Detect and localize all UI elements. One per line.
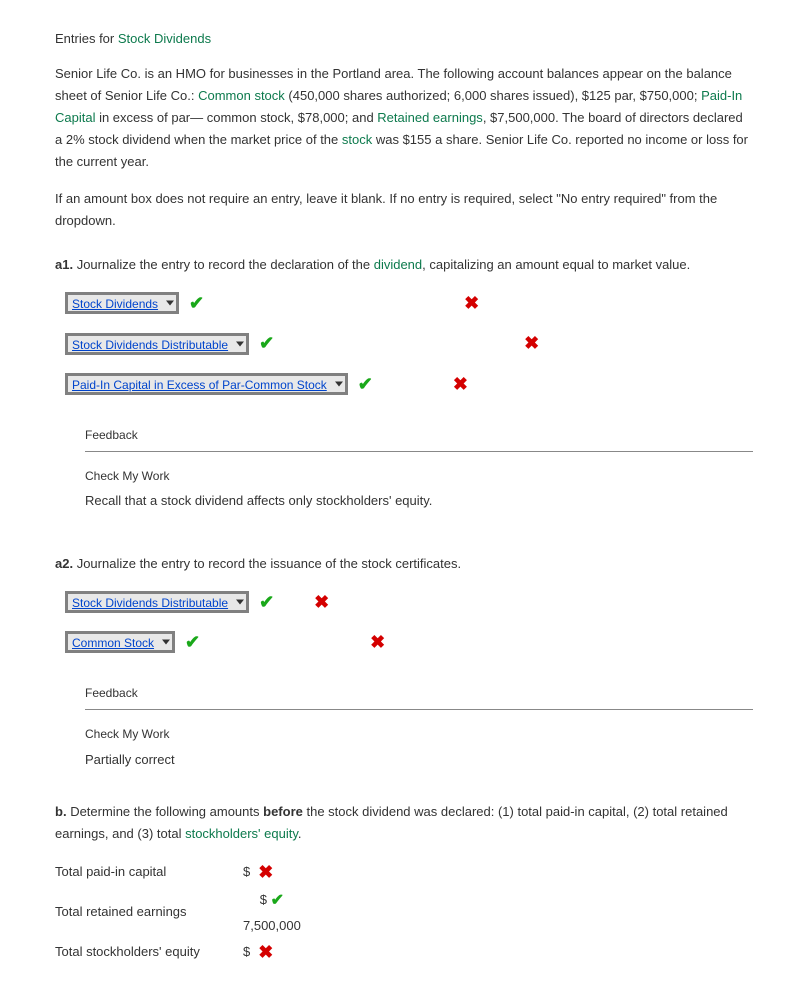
page-title: Entries for Stock Dividends <box>55 28 753 50</box>
a1-row-2: Stock Dividends Distributable ✔ ✖ <box>65 328 753 359</box>
question-b: b. Determine the following amounts befor… <box>55 801 753 845</box>
a1-row-3: Paid-In Capital in Excess of Par-Common … <box>65 369 753 400</box>
currency-symbol: $ <box>260 889 267 911</box>
a2-dropdown-1[interactable]: Stock Dividends Distributable <box>65 591 249 613</box>
a1-dropdown-1[interactable]: Stock Dividends <box>65 292 179 314</box>
question-a1: a1. Journalize the entry to record the d… <box>55 254 753 276</box>
feedback-text: Partially correct <box>85 749 753 771</box>
chevron-down-icon <box>236 341 244 346</box>
a1-entries: Stock Dividends ✔ ✖ Stock Dividends Dist… <box>65 288 753 400</box>
cross-icon: ✖ <box>314 587 329 618</box>
check-my-work-label: Check My Work <box>85 466 753 486</box>
intro-paragraph-1: Senior Life Co. is an HMO for businesses… <box>55 63 753 173</box>
feedback-title: Feedback <box>85 425 753 445</box>
amount-row-retained: Total retained earnings $ ✔ 7,500,000 <box>55 887 753 936</box>
b-label: b. <box>55 804 67 819</box>
divider <box>85 451 753 452</box>
cross-icon: ✖ <box>453 369 468 400</box>
before-bold: before <box>263 804 303 819</box>
amount-value: 7,500,000 <box>243 918 301 933</box>
a2-label: a2. <box>55 556 73 571</box>
a1-label: a1. <box>55 257 73 272</box>
amount-label: Total paid-in capital <box>55 861 235 883</box>
intro-block: Senior Life Co. is an HMO for businesses… <box>55 63 753 232</box>
check-icon: ✔ <box>271 887 284 914</box>
amounts-table: Total paid-in capital $ ✖ Total retained… <box>55 857 753 967</box>
check-my-work-label: Check My Work <box>85 724 753 744</box>
divider <box>85 709 753 710</box>
cross-icon: ✖ <box>524 328 539 359</box>
amount-label: Total retained earnings <box>55 901 235 923</box>
amount-label: Total stockholders' equity <box>55 941 235 963</box>
question-a2: a2. Journalize the entry to record the i… <box>55 553 753 575</box>
stock-dividends-link[interactable]: Stock Dividends <box>118 31 211 46</box>
a1-dropdown-3[interactable]: Paid-In Capital in Excess of Par-Common … <box>65 373 348 395</box>
a2-feedback: Feedback Check My Work Partially correct <box>85 683 753 771</box>
check-icon: ✔ <box>185 627 200 658</box>
intro-paragraph-2: If an amount box does not require an ent… <box>55 188 753 232</box>
cross-icon: ✖ <box>258 937 273 968</box>
currency-symbol: $ <box>243 941 250 963</box>
stockholders-equity-link[interactable]: stockholders' equity <box>185 826 298 841</box>
cross-icon: ✖ <box>464 288 479 319</box>
stock-link[interactable]: stock <box>342 132 372 147</box>
chevron-down-icon <box>166 301 174 306</box>
feedback-text: Recall that a stock dividend affects onl… <box>85 490 753 512</box>
chevron-down-icon <box>162 640 170 645</box>
a1-dropdown-2[interactable]: Stock Dividends Distributable <box>65 333 249 355</box>
a2-row-1: Stock Dividends Distributable ✔ ✖ <box>65 587 753 618</box>
a2-dropdown-2[interactable]: Common Stock <box>65 631 175 653</box>
amount-row-stockholders: Total stockholders' equity $ ✖ <box>55 937 753 968</box>
a1-row-1: Stock Dividends ✔ ✖ <box>65 288 753 319</box>
chevron-down-icon <box>236 599 244 604</box>
cross-icon: ✖ <box>258 857 273 888</box>
a2-entries: Stock Dividends Distributable ✔ ✖ Common… <box>65 587 753 658</box>
check-icon: ✔ <box>358 369 373 400</box>
a2-row-2: Common Stock ✔ ✖ <box>65 627 753 658</box>
feedback-title: Feedback <box>85 683 753 703</box>
entries-for-text: Entries for <box>55 31 114 46</box>
common-stock-link[interactable]: Common stock <box>198 88 285 103</box>
dividend-link[interactable]: dividend <box>374 257 422 272</box>
retained-earnings-link[interactable]: Retained earnings <box>377 110 483 125</box>
check-icon: ✔ <box>259 587 274 618</box>
amount-row-paid-in: Total paid-in capital $ ✖ <box>55 857 753 888</box>
check-icon: ✔ <box>189 288 204 319</box>
a1-feedback: Feedback Check My Work Recall that a sto… <box>85 425 753 513</box>
chevron-down-icon <box>335 382 343 387</box>
check-icon: ✔ <box>259 328 274 359</box>
cross-icon: ✖ <box>370 627 385 658</box>
currency-symbol: $ <box>243 861 250 883</box>
